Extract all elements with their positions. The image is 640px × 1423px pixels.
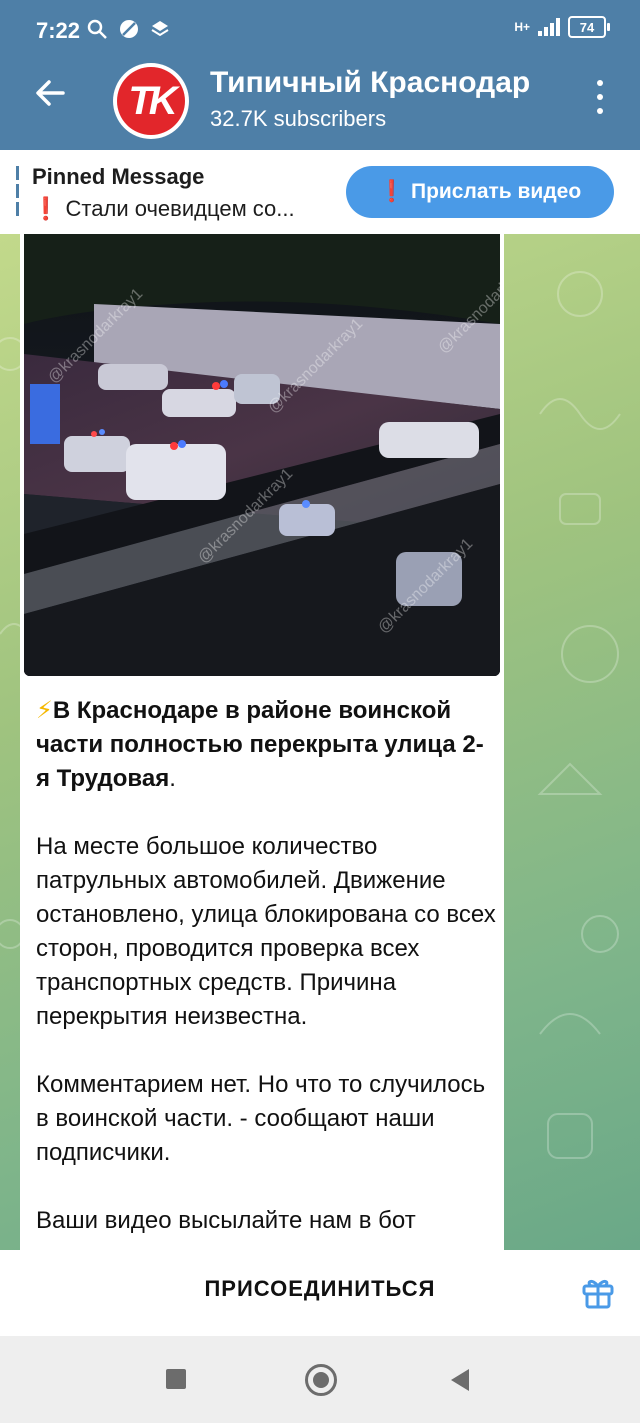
top-header: 7:22 H+ 74 TK Типичный Краснодар 32.7K s… <box>0 0 640 150</box>
gift-icon[interactable] <box>580 1274 616 1310</box>
pinned-preview-text: Стали очевидцем со... <box>65 196 295 221</box>
back-arrow-icon[interactable] <box>30 76 70 116</box>
message-headline-paragraph: ⚡В Краснодаре в районе воинской части по… <box>36 694 496 796</box>
video-frame: @krasnodarkray1@krasnodarkray1 @krasnodar… <box>24 234 500 676</box>
lightning-icon: ⚡ <box>36 697 53 724</box>
battery-icon: 74 <box>568 16 610 38</box>
chat-area[interactable]: @krasnodarkray1 @krasnodarkray1 @krasnodar… <box>0 234 640 1250</box>
battery-level: 74 <box>579 19 595 35</box>
avatar-logo: TK <box>117 67 185 135</box>
exclamation-icon: ❗ <box>32 196 60 221</box>
recents-button[interactable] <box>166 1369 186 1389</box>
exclamation-icon: ❗ <box>378 180 405 203</box>
network-type: H+ <box>514 20 530 34</box>
compass-icon <box>120 20 138 38</box>
status-notification-icons <box>86 18 170 40</box>
signal-icon <box>538 18 560 36</box>
home-button[interactable] <box>305 1364 337 1396</box>
message-headline: В Краснодаре в районе воинской части пол… <box>36 697 484 792</box>
message-text: ⚡В Краснодаре в районе воинской части по… <box>36 694 496 1250</box>
status-time: 7:22 <box>36 18 81 43</box>
message-paragraph: На месте большое количество патрульных а… <box>36 833 496 1030</box>
message-paragraph: Ваши видео высылайте нам в бот <box>36 1207 416 1234</box>
send-video-label: Прислать видео <box>410 180 582 203</box>
message-paragraph: Комментарием нет. Но что то случилось в … <box>36 1071 486 1166</box>
channel-avatar[interactable]: TK <box>113 63 189 139</box>
pinned-preview: ❗ Стали очевидцем со... <box>32 196 295 222</box>
status-right-icons: H+ 74 <box>514 16 610 38</box>
more-options-icon[interactable] <box>590 80 610 114</box>
video-thumbnail[interactable]: @krasnodarkray1 @krasnodarkray1 @krasnodar… <box>24 234 500 676</box>
send-video-button[interactable]: ❗ Прислать видео <box>346 166 614 218</box>
message-headline-end: . <box>169 765 176 792</box>
search-icon <box>87 19 107 39</box>
layers-icon <box>151 21 169 37</box>
pinned-message-bar[interactable]: Pinned Message ❗ Стали очевидцем со... ❗… <box>0 150 640 234</box>
join-channel-button[interactable]: ПРИСОЕДИНИТЬСЯ <box>180 1276 460 1302</box>
app-bar: TK Типичный Краснодар 32.7K subscribers <box>0 60 640 150</box>
system-nav-bar <box>0 1336 640 1423</box>
status-bar: 7:22 H+ 74 <box>0 0 640 60</box>
back-button[interactable] <box>451 1369 469 1391</box>
pinned-indicator <box>16 166 20 218</box>
channel-title[interactable]: Типичный Краснодар <box>210 66 550 100</box>
message-bubble[interactable]: @krasnodarkray1 @krasnodarkray1 @krasnodar… <box>20 234 504 1250</box>
pinned-label: Pinned Message <box>32 164 205 189</box>
join-bar: ПРИСОЕДИНИТЬСЯ <box>0 1250 640 1336</box>
subscriber-count: 32.7K subscribers <box>210 106 387 131</box>
